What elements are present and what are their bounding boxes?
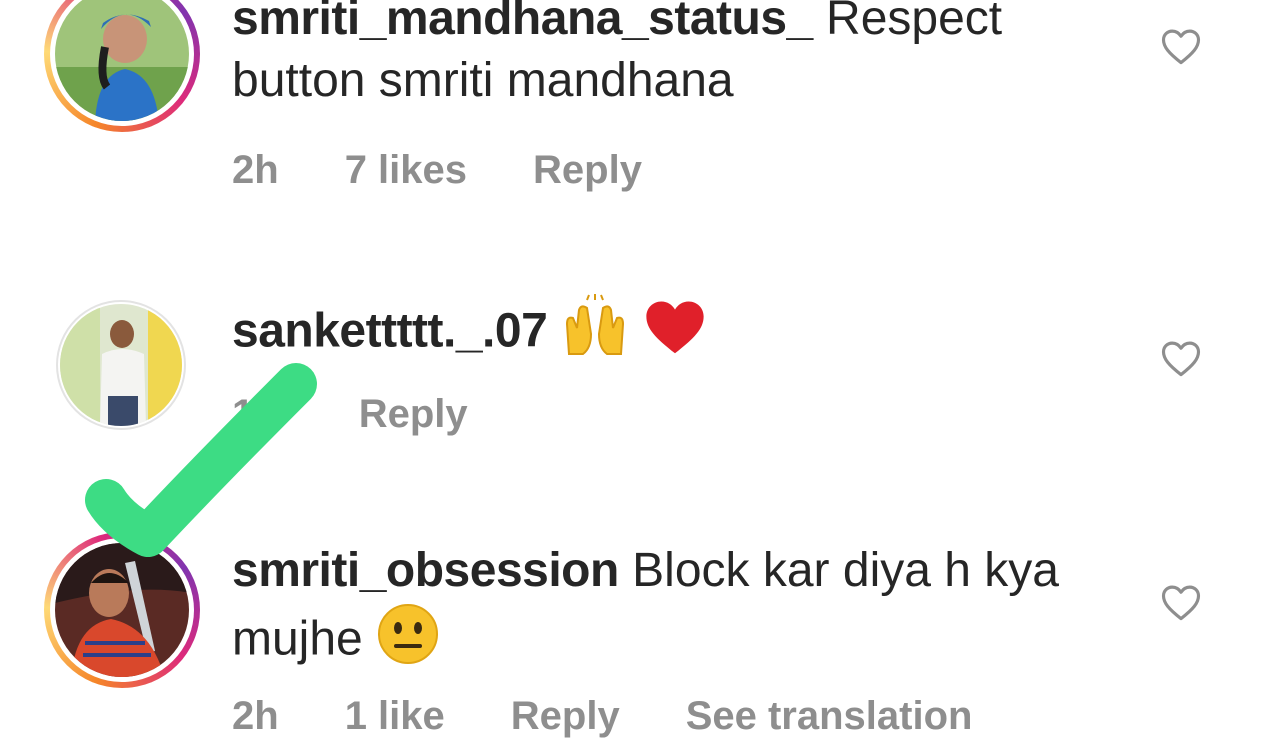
like-heart-icon[interactable] [1160,338,1202,378]
comment-time: 2h [232,694,279,738]
avatar-ring[interactable] [56,300,186,430]
see-translation-link[interactable]: See translation [686,694,973,738]
avatar-story-ring[interactable] [44,0,200,132]
comment-likes[interactable]: 1 like [345,694,445,738]
reply-button[interactable]: Reply [359,392,468,436]
reply-button[interactable]: Reply [511,694,620,738]
comment-time: 1h [232,392,279,436]
comment-likes[interactable]: 7 likes [345,148,467,192]
avatar [55,543,189,677]
raising-hands-emoji [561,294,629,374]
comment-username[interactable]: smriti_mandhana_status_ [232,0,813,45]
comment-time: 2h [232,148,279,192]
avatar-story-ring[interactable] [44,532,200,688]
like-heart-icon[interactable] [1160,26,1202,66]
neutral-face-emoji [376,602,440,682]
like-heart-icon[interactable] [1160,582,1202,622]
reply-button[interactable]: Reply [533,148,642,192]
red-heart-emoji [642,296,708,372]
comment-username[interactable]: sankettttt._.07 [232,305,548,358]
avatar [55,0,189,121]
avatar [60,304,182,426]
comment-username[interactable]: smriti_obsession [232,544,619,597]
